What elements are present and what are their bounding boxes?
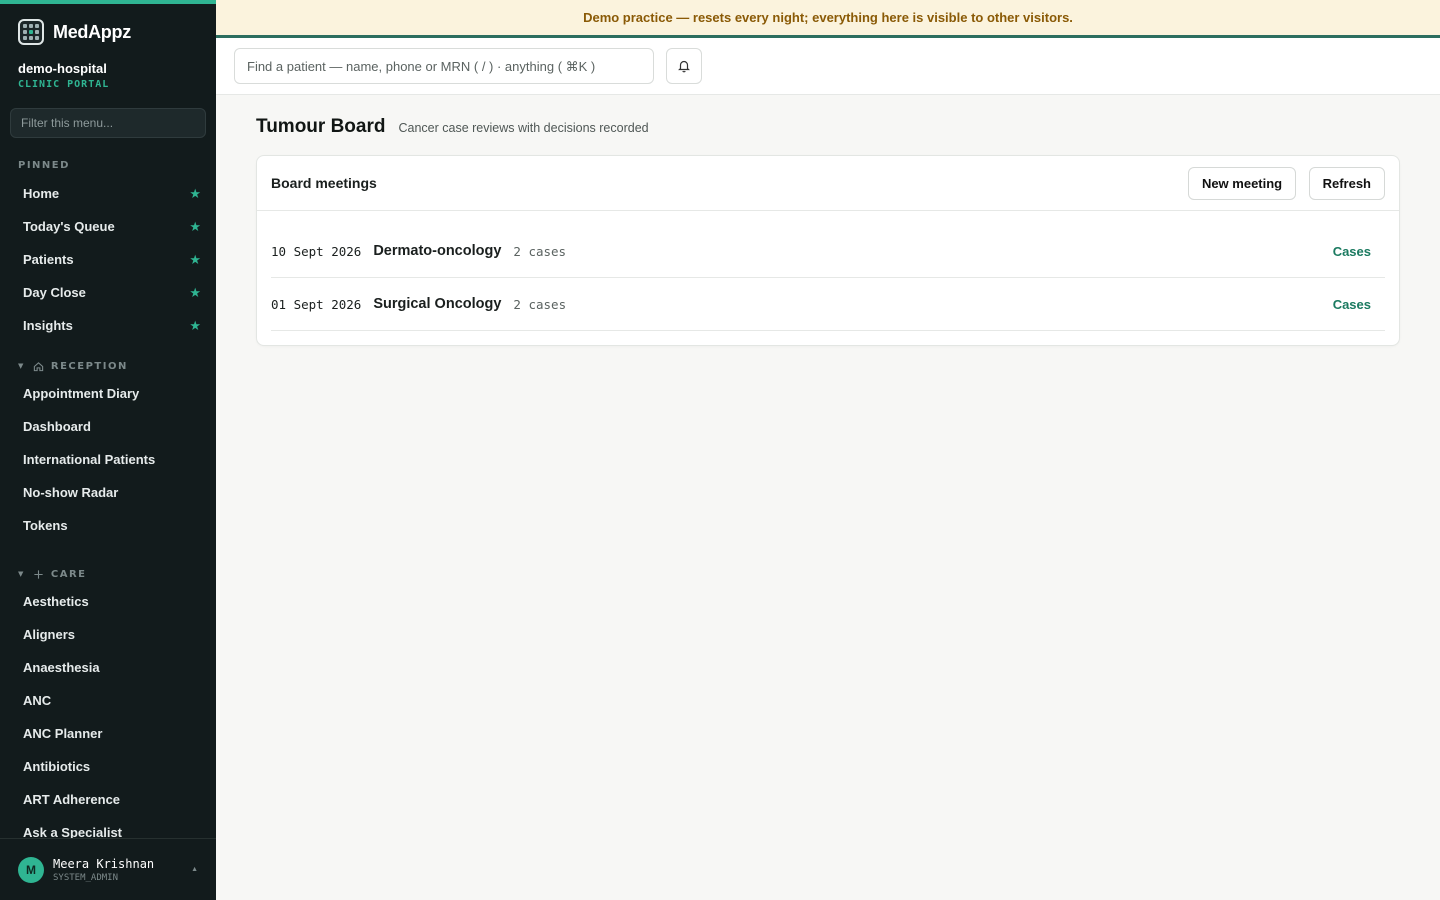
sidebar-item-label: Antibiotics	[23, 759, 91, 774]
notifications-button[interactable]	[666, 48, 702, 84]
sidebar-item-label: Anaesthesia	[23, 660, 100, 675]
sidebar-item-label: Day Close	[23, 285, 86, 300]
group-toggle-reception[interactable]: ▼ RECEPTION	[0, 356, 216, 376]
page-title: Tumour Board	[256, 116, 386, 137]
list-item: 10 Sept 2026 Dermato-oncology 2 cases Ca…	[271, 225, 1385, 278]
plus-icon	[34, 569, 43, 579]
sidebar-item-day-close[interactable]: Day Close ★	[0, 276, 216, 309]
sidebar-item-label: ART Adherence	[23, 792, 121, 807]
sidebar-item-tokens[interactable]: Tokens	[0, 509, 216, 542]
card-actions: New meeting Refresh	[1180, 166, 1385, 200]
sidebar-item-home[interactable]: Home ★	[0, 177, 216, 210]
home-icon	[33, 361, 44, 371]
caret-down-icon: ▼	[18, 570, 25, 578]
group-toggle-care[interactable]: ▼ CARE	[0, 564, 216, 584]
user-role: SYSTEM_ADMIN	[53, 872, 119, 883]
patient-search-input[interactable]	[234, 48, 654, 84]
group-label-reception: RECEPTION	[50, 360, 128, 372]
sidebar-item-art-adherence[interactable]: ART Adherence	[0, 783, 216, 816]
star-icon[interactable]: ★	[189, 252, 201, 268]
org-name: demo-hospital	[18, 61, 107, 76]
pinned-list: Home ★ Today's Queue ★ Patients ★ Day Close…	[0, 177, 216, 342]
user-name: Meera Krishnan	[53, 856, 155, 871]
star-icon[interactable]: ★	[189, 219, 201, 235]
board-meetings-card: Board meetings New meeting Refresh 10 Se…	[256, 155, 1400, 346]
new-meeting-button[interactable]: New meeting	[1187, 166, 1297, 200]
group-label-care: CARE	[50, 568, 87, 580]
main-content: Tumour Board Cancer case reviews with de…	[256, 95, 1400, 346]
sidebar-item-antibiotics[interactable]: Antibiotics	[0, 750, 216, 783]
meeting-date: 10 Sept 2026	[271, 243, 362, 259]
page-subtitle: Cancer case reviews with decisions recor…	[398, 121, 649, 135]
sidebar-menu: MedAppz demo-hospital CLINIC PORTAL PINN…	[0, 4, 216, 838]
meeting-name: Dermato-oncology	[373, 243, 502, 259]
meeting-date: 01 Sept 2026	[271, 296, 362, 312]
demo-banner: Demo practice — resets every night; ever…	[216, 0, 1440, 38]
refresh-button[interactable]: Refresh	[1308, 166, 1385, 200]
sidebar-item-label: Home	[23, 186, 60, 201]
meeting-case-count: 2 cases	[513, 296, 567, 312]
sidebar-item-aligners[interactable]: Aligners	[0, 618, 216, 651]
sidebar-item-international-patients[interactable]: International Patients	[0, 443, 216, 476]
sidebar-item-aesthetics[interactable]: Aesthetics	[0, 585, 216, 618]
star-icon[interactable]: ★	[189, 285, 201, 301]
card-title: Board meetings	[271, 175, 377, 191]
sidebar-item-appointment-diary[interactable]: Appointment Diary	[0, 377, 216, 410]
meeting-list: 10 Sept 2026 Dermato-oncology 2 cases Ca…	[257, 225, 1399, 331]
sidebar-item-dashboard[interactable]: Dashboard	[0, 410, 216, 443]
brand[interactable]: MedAppz	[0, 4, 216, 60]
sidebar-item-label: No-show Radar	[23, 485, 119, 500]
caret-icon: ▲	[191, 866, 198, 873]
bell-icon	[678, 60, 690, 73]
top-bar	[216, 38, 1440, 95]
sidebar-item-label: Patients	[23, 252, 74, 267]
menu-filter-input[interactable]	[10, 108, 206, 138]
cases-link[interactable]: Cases	[1333, 297, 1385, 312]
sidebar-item-anc[interactable]: ANC	[0, 684, 216, 717]
sidebar-item-label: International Patients	[23, 452, 156, 467]
meeting-name: Surgical Oncology	[373, 296, 502, 312]
user-menu[interactable]: M Meera Krishnan SYSTEM_ADMIN ▲	[0, 838, 216, 900]
page-header: Tumour Board Cancer case reviews with de…	[256, 116, 1400, 140]
list-item: 01 Sept 2026 Surgical Oncology 2 cases C…	[271, 278, 1385, 331]
sidebar-item-label: Dashboard	[23, 419, 91, 434]
star-icon[interactable]: ★	[189, 318, 201, 334]
meeting-case-count: 2 cases	[513, 243, 567, 259]
sidebar-item-label: ANC Planner	[23, 726, 103, 741]
sidebar-item-label: Ask a Specialist	[23, 825, 122, 838]
org-info: demo-hospital CLINIC PORTAL	[0, 61, 216, 90]
sidebar-item-label: Aesthetics	[23, 594, 89, 609]
sidebar-item-label: Aligners	[23, 627, 76, 642]
sidebar-item-todays-queue[interactable]: Today's Queue ★	[0, 210, 216, 243]
sidebar-item-label: ANC	[23, 693, 52, 708]
sidebar-item-ask-a-specialist[interactable]: Ask a Specialist	[0, 816, 216, 838]
user-info: Meera Krishnan SYSTEM_ADMIN	[53, 857, 154, 883]
star-icon[interactable]: ★	[189, 186, 201, 202]
sidebar-item-label: Tokens	[23, 518, 68, 533]
sidebar-item-label: Today's Queue	[23, 219, 115, 234]
demo-banner-text: Demo practice — resets every night; ever…	[583, 10, 1073, 25]
sidebar-item-label: Insights	[23, 318, 73, 333]
logo-icon	[18, 19, 44, 45]
cases-link[interactable]: Cases	[1333, 244, 1385, 259]
sidebar: MedAppz demo-hospital CLINIC PORTAL PINN…	[0, 0, 216, 900]
pinned-section-label: PINNED	[18, 159, 70, 171]
sidebar-item-label: Appointment Diary	[23, 386, 140, 401]
sidebar-item-patients[interactable]: Patients ★	[0, 243, 216, 276]
sidebar-item-anc-planner[interactable]: ANC Planner	[0, 717, 216, 750]
avatar: M	[18, 856, 44, 883]
org-sub: CLINIC PORTAL	[18, 79, 110, 90]
caret-down-icon: ▼	[18, 362, 25, 370]
brand-name: MedAppz	[53, 21, 131, 42]
card-header: Board meetings New meeting Refresh	[257, 156, 1399, 211]
sidebar-item-anaesthesia[interactable]: Anaesthesia	[0, 651, 216, 684]
sidebar-item-no-show-radar[interactable]: No-show Radar	[0, 476, 216, 509]
sidebar-item-insights[interactable]: Insights ★	[0, 309, 216, 342]
